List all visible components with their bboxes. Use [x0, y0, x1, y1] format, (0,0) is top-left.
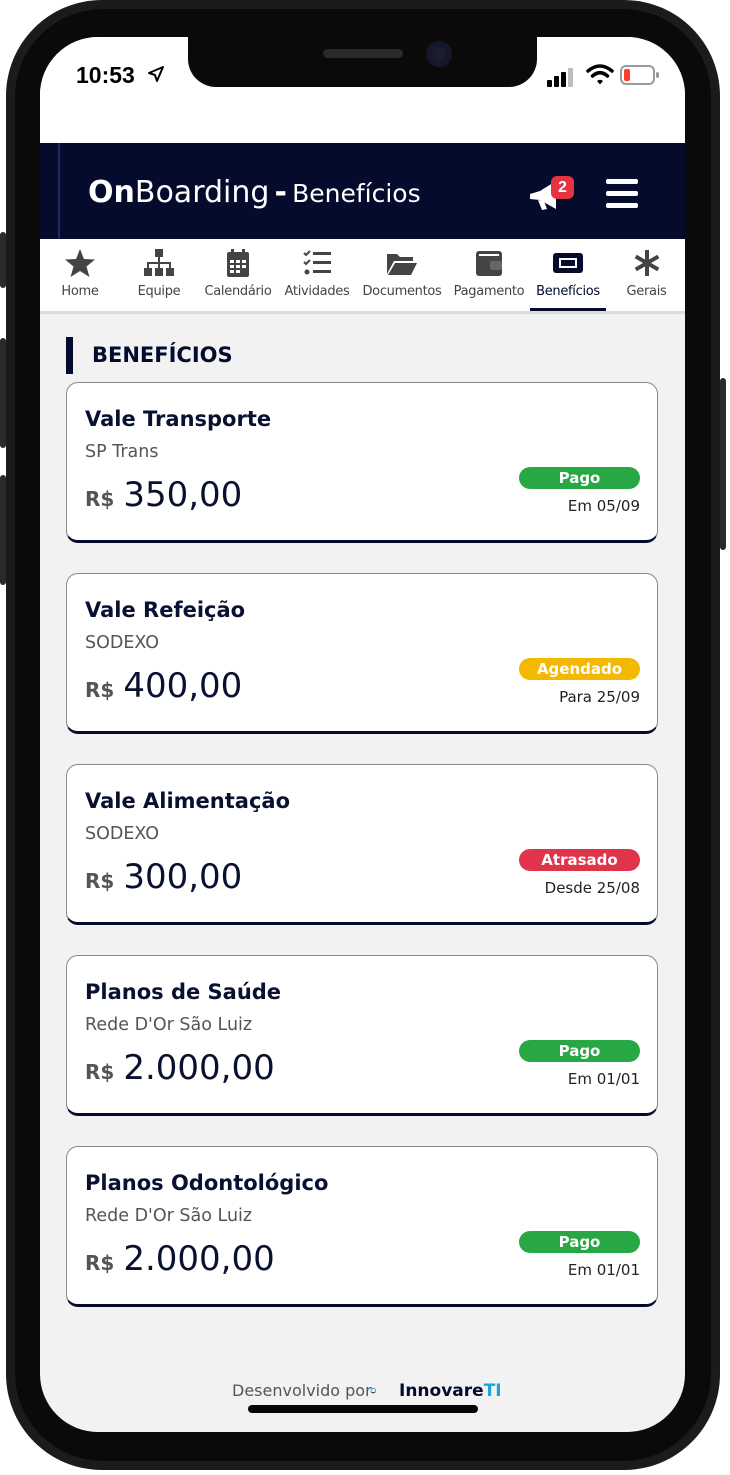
- notification-badge[interactable]: 2: [551, 176, 574, 199]
- benefit-name: Vale Alimentação: [85, 789, 291, 813]
- home-indicator[interactable]: [248, 1405, 478, 1413]
- wifi-icon: [586, 64, 614, 85]
- tab-label: Home: [61, 284, 99, 299]
- amount-value: 400,00: [123, 666, 243, 706]
- innovare-brand-suffix: TI: [483, 1381, 502, 1401]
- section-accent-bar: [66, 337, 73, 374]
- innovare-brand-name: Innovare: [399, 1381, 484, 1401]
- tab-label: Pagamento: [453, 284, 525, 299]
- benefit-amount: R$ 2.000,00: [85, 1048, 275, 1088]
- volume-up-button: [0, 338, 6, 448]
- tab-label: Atividades: [284, 284, 350, 299]
- status-date: Em 01/01: [567, 1261, 640, 1279]
- benefit-provider: SP Trans: [85, 442, 159, 462]
- benefit-card[interactable]: Planos de Saúde Rede D'Or São Luiz R$ 2.0…: [66, 955, 658, 1116]
- benefit-name: Vale Transporte: [85, 407, 272, 431]
- benefit-provider: SODEXO: [85, 633, 160, 653]
- benefit-provider: Rede D'Or São Luiz: [85, 1015, 253, 1035]
- benefit-amount: R$ 2.000,00: [85, 1239, 275, 1279]
- tab-calendario[interactable]: Calendário: [198, 239, 278, 311]
- brand-bold: On: [88, 175, 135, 210]
- star-icon: [65, 249, 95, 277]
- status-date: Desde 25/08: [544, 879, 640, 897]
- app-header: OnBoarding - Benefícios 2: [40, 143, 685, 239]
- sitemap-icon: [144, 249, 174, 276]
- front-camera: [426, 41, 452, 67]
- currency-symbol: R$: [85, 1060, 115, 1084]
- currency-symbol: R$: [85, 869, 115, 893]
- status-date: Em 01/01: [567, 1070, 640, 1088]
- benefit-amount: R$ 300,00: [85, 857, 242, 897]
- volume-down-button: [0, 475, 6, 585]
- status-badge: Pago: [519, 467, 640, 489]
- section-title: BENEFÍCIOS: [92, 343, 233, 367]
- amount-value: 300,00: [123, 857, 243, 897]
- status-badge: Atrasado: [519, 849, 640, 871]
- app-screen: 10:53 OnBoarding - Benefícios 2 Home Equ…: [40, 37, 685, 1432]
- footer-credit: Desenvolvido por: [232, 1381, 372, 1400]
- amount-value: 2.000,00: [123, 1239, 275, 1279]
- power-button: [720, 378, 726, 550]
- tab-atividades[interactable]: Atividades: [278, 239, 356, 311]
- hamburger-menu-icon[interactable]: [606, 179, 638, 209]
- app-title: OnBoarding - Benefícios: [88, 175, 421, 210]
- benefit-card[interactable]: Vale Alimentação SODEXO R$ 300,00 Atrasad…: [66, 764, 658, 925]
- earpiece-speaker: [323, 49, 403, 58]
- tab-home[interactable]: Home: [40, 239, 120, 311]
- benefit-amount: R$ 350,00: [85, 475, 242, 515]
- tab-beneficios[interactable]: Benefícios: [528, 239, 608, 311]
- silent-switch: [0, 232, 6, 288]
- tab-bar: Home Equipe Calendário Atividades Docume…: [40, 239, 685, 314]
- tasks-icon: [303, 250, 331, 275]
- tab-pagamento[interactable]: Pagamento: [448, 239, 530, 311]
- currency-symbol: R$: [85, 678, 115, 702]
- status-badge: Agendado: [519, 658, 640, 680]
- benefit-provider: Rede D'Or São Luiz: [85, 1206, 253, 1226]
- title-separator: -: [274, 175, 287, 210]
- currency-symbol: R$: [85, 487, 115, 511]
- benefit-name: Planos de Saúde: [85, 980, 282, 1004]
- benefit-provider: SODEXO: [85, 824, 160, 844]
- calendar-icon: [227, 249, 249, 277]
- status-date: Para 25/09: [559, 688, 640, 706]
- asterisk-icon: [634, 250, 659, 276]
- tab-gerais[interactable]: Gerais: [608, 239, 685, 311]
- ticket-icon: [553, 253, 583, 273]
- benefit-name: Vale Refeição: [85, 598, 246, 622]
- innovare-brand[interactable]: InnovareTI: [399, 1381, 502, 1401]
- amount-value: 350,00: [123, 475, 243, 515]
- cellular-signal-icon: [547, 68, 573, 87]
- innovare-logo-ring-icon[interactable]: [370, 1374, 400, 1408]
- status-badge: Pago: [519, 1040, 640, 1062]
- active-tab-indicator: [530, 308, 606, 311]
- page-title: Benefícios: [292, 179, 421, 208]
- benefit-card[interactable]: Vale Transporte SP Trans R$ 350,00 Pago E…: [66, 382, 658, 543]
- tab-label: Documentos: [362, 284, 442, 299]
- currency-symbol: R$: [85, 1251, 115, 1275]
- wallet-icon: [476, 251, 502, 276]
- tab-documentos[interactable]: Documentos: [356, 239, 448, 311]
- tab-label: Gerais: [626, 284, 667, 299]
- benefit-amount: R$ 400,00: [85, 666, 242, 706]
- amount-value: 2.000,00: [123, 1048, 275, 1088]
- benefit-card[interactable]: Vale Refeição SODEXO R$ 400,00 Agendado P…: [66, 573, 658, 734]
- location-arrow-icon: [148, 66, 164, 82]
- brand-rest: Boarding: [134, 175, 270, 210]
- tab-label: Equipe: [137, 284, 181, 299]
- folder-open-icon: [387, 254, 417, 275]
- benefit-name: Planos Odontológico: [85, 1171, 329, 1195]
- status-badge: Pago: [519, 1231, 640, 1253]
- battery-low-icon: [620, 65, 659, 85]
- status-date: Em 05/09: [567, 497, 640, 515]
- tab-label: Calendário: [204, 284, 272, 299]
- benefit-card[interactable]: Planos Odontológico Rede D'Or São Luiz R…: [66, 1146, 658, 1307]
- device-notch: [188, 37, 537, 87]
- status-time: 10:53: [76, 62, 135, 88]
- tab-equipe[interactable]: Equipe: [120, 239, 198, 311]
- tab-label: Benefícios: [536, 284, 600, 299]
- header-accent-line: [58, 143, 60, 239]
